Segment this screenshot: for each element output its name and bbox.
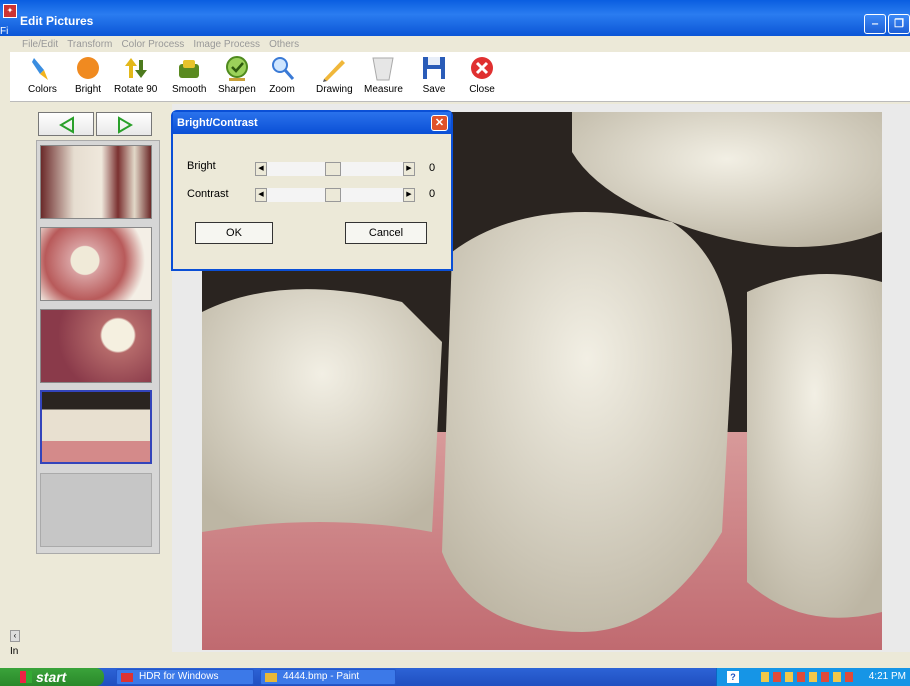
floppy-icon [420,54,448,82]
menu-file-edit[interactable]: File/Edit [22,39,58,50]
bright-slider-left-button[interactable]: ◀ [255,162,267,176]
pencil-icon [320,54,348,82]
window-title: Edit Pictures [20,14,94,28]
bright-slider[interactable]: ◀ ▶ [255,162,415,176]
scroll-left-icon[interactable]: ‹ [10,630,20,642]
bright-contrast-dialog: Bright/Contrast ✕ Bright ◀ ▶ 0 Contrast … [171,110,453,271]
smooth-label: Smooth [172,84,207,95]
left-arrow-icon [59,116,74,134]
previous-button[interactable] [38,112,94,136]
ok-button[interactable]: OK [195,222,273,244]
restore-button[interactable]: ❐ [888,14,910,34]
left-status-text: In [10,646,19,657]
thumbnail-2[interactable] [40,227,152,301]
drawing-label: Drawing [316,84,353,95]
right-arrow-icon [118,116,133,134]
bright-slider-right-button[interactable]: ▶ [403,162,415,176]
contrast-slider-left-button[interactable]: ◀ [255,188,267,202]
measure-icon [369,54,397,82]
contrast-slider-right-button[interactable]: ▶ [403,188,415,202]
thumbnail-1[interactable] [40,145,152,219]
rotate-label: Rotate 90 [114,84,158,95]
thumbnail-empty[interactable] [40,473,152,547]
contrast-value: 0 [429,188,436,200]
colors-label: Colors [28,84,57,95]
minimize-button[interactable]: ‒ [864,14,886,34]
zoom-button[interactable]: Zoom [268,54,296,95]
thumbnail-panel [10,104,172,652]
task-label-hdr: HDR for Windows [139,671,219,682]
side-fragment: Fi [0,26,9,37]
save-button[interactable]: Save [420,54,448,95]
measure-label: Measure [364,84,403,95]
close-button[interactable]: Close [468,54,496,95]
save-label: Save [422,84,446,95]
orange-circle-icon [74,54,102,82]
menu-others[interactable]: Others [269,39,299,50]
close-label: Close [469,84,495,95]
bright-label: Bright [74,84,102,95]
smooth-icon [175,54,203,82]
bright-button[interactable]: Bright [74,54,102,95]
thumbnail-3[interactable] [40,309,152,383]
magnifier-icon [268,54,296,82]
contrast-label: Contrast [187,188,229,200]
task-hdr-for-windows[interactable]: HDR for Windows [116,669,254,685]
start-button[interactable]: start [0,668,104,686]
contrast-slider-thumb[interactable] [325,188,341,202]
windows-flag-icon [20,671,32,683]
menu-image-process[interactable]: Image Process [193,39,260,50]
menu-color-process[interactable]: Color Process [121,39,184,50]
task-label-paint: 4444.bmp - Paint [283,671,360,682]
measure-button[interactable]: Measure [364,54,403,95]
menu-transform[interactable]: Transform [67,39,112,50]
clock[interactable]: 4:21 PM [869,671,906,682]
next-button[interactable] [96,112,152,136]
bright-slider-thumb[interactable] [325,162,341,176]
thumbnail-list [36,140,160,554]
bright-label: Bright [187,160,216,172]
contrast-slider[interactable]: ◀ ▶ [255,188,415,202]
close-red-icon [468,54,496,82]
cancel-button[interactable]: Cancel [345,222,427,244]
taskbar: start HDR for Windows 4444.bmp - Paint ?… [0,668,910,686]
thumbnail-4-selected[interactable] [40,390,152,464]
rotate-button[interactable]: Rotate 90 [114,54,157,95]
brush-icon [28,54,56,82]
app-icon[interactable]: ✦ [3,4,17,18]
bright-value: 0 [429,162,436,174]
tray-icons[interactable] [761,672,857,682]
sharpen-button[interactable]: Sharpen [218,54,256,95]
colors-button[interactable]: Colors [28,54,57,95]
start-label: start [36,669,67,685]
task-paint[interactable]: 4444.bmp - Paint [260,669,396,685]
dialog-close-button[interactable]: ✕ [431,115,448,131]
smooth-button[interactable]: Smooth [172,54,206,95]
hdr-app-icon [121,673,133,682]
left-status: ‹ In [10,630,20,657]
zoom-label: Zoom [269,84,295,95]
drawing-button[interactable]: Drawing [316,54,353,95]
paint-app-icon [265,673,277,682]
menu-bar: File/Edit Transform Color Process Image … [22,38,305,52]
help-icon[interactable]: ? [727,671,739,683]
dialog-title: Bright/Contrast [173,112,451,134]
sharpen-label: Sharpen [218,84,256,95]
title-bar: ✦ Edit Pictures Fi ‒ ❐ [0,0,910,37]
system-tray: ? 4:21 PM [716,668,910,686]
toolbar: Colors Bright Rotate 90 Smooth Sharpen Z… [10,52,910,102]
rotate-arrows-icon [122,54,150,82]
sharpen-check-icon [223,54,251,82]
